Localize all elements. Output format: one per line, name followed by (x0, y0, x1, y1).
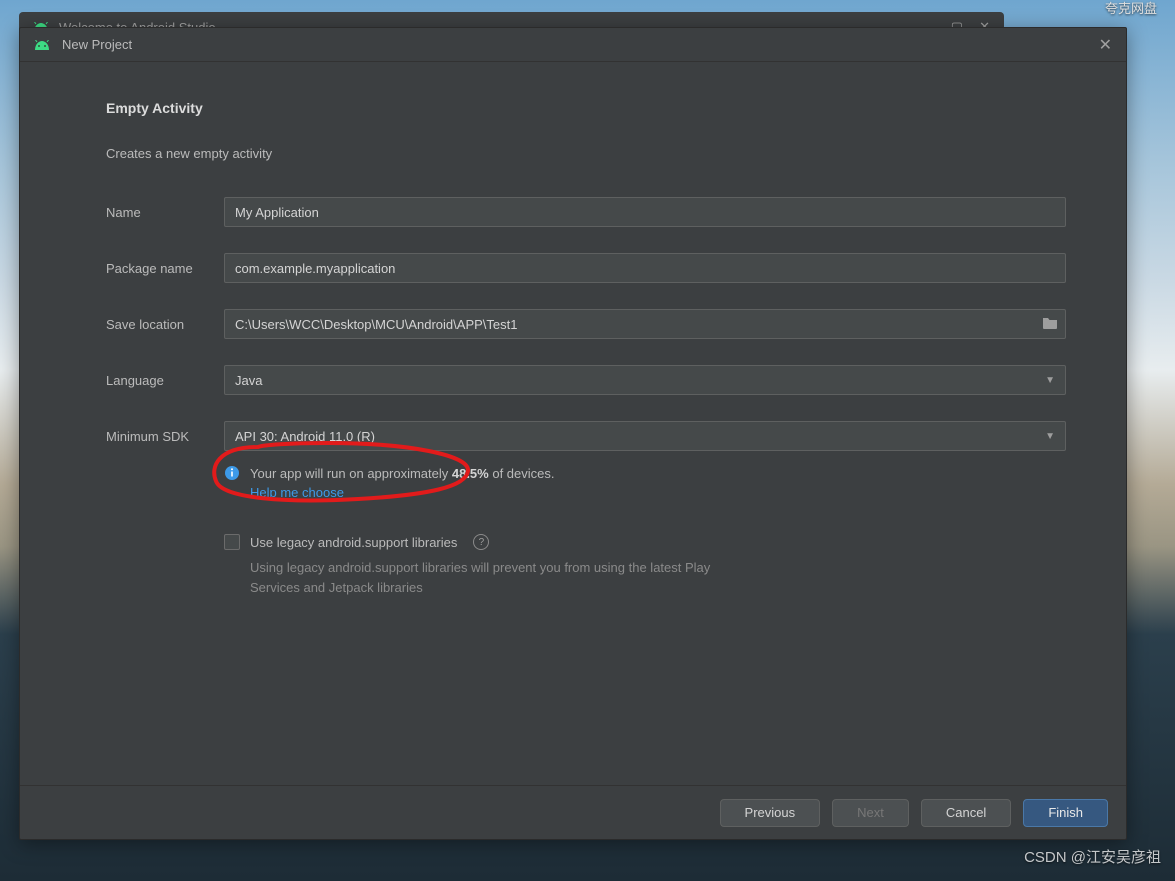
info-text-post: of devices. (489, 466, 555, 481)
info-icon (224, 465, 240, 481)
cancel-button[interactable]: Cancel (921, 799, 1011, 827)
close-icon[interactable]: ✕ (1099, 35, 1112, 55)
page-description: Creates a new empty activity (106, 146, 1066, 161)
label-name: Name (106, 205, 224, 220)
legacy-checkbox-label: Use legacy android.support libraries (250, 535, 457, 550)
legacy-helper-text: Using legacy android.support libraries w… (250, 558, 760, 597)
info-text-pre: Your app will run on approximately (250, 466, 452, 481)
min-sdk-value: API 30: Android 11.0 (R) (235, 429, 375, 444)
help-icon[interactable]: ? (473, 534, 489, 550)
help-me-choose-link[interactable]: Help me choose (250, 485, 344, 500)
min-sdk-select[interactable]: API 30: Android 11.0 (R) ▼ (224, 421, 1066, 451)
legacy-checkbox[interactable] (224, 534, 240, 550)
label-package: Package name (106, 261, 224, 276)
language-value: Java (235, 373, 262, 388)
dialog-title: New Project (62, 37, 132, 52)
watermark: CSDN @江安吴彦祖 (1024, 846, 1161, 867)
folder-icon[interactable] (1042, 316, 1058, 332)
kuake-badge: 夸克网盘 (1105, 0, 1157, 17)
label-min-sdk: Minimum SDK (106, 429, 224, 444)
info-percent: 48.5% (452, 466, 489, 481)
chevron-down-icon: ▼ (1045, 431, 1055, 442)
previous-button[interactable]: Previous (720, 799, 821, 827)
label-language: Language (106, 373, 224, 388)
save-location-input[interactable] (224, 309, 1066, 339)
new-project-dialog: New Project ✕ Empty Activity Creates a n… (19, 27, 1127, 840)
dialog-footer: Previous Next Cancel Finish (20, 785, 1126, 839)
label-save-location: Save location (106, 317, 224, 332)
package-input[interactable] (224, 253, 1066, 283)
android-logo-icon (34, 40, 50, 50)
page-heading: Empty Activity (106, 100, 1066, 116)
coverage-info: Your app will run on approximately 48.5%… (224, 465, 1066, 481)
next-button: Next (832, 799, 909, 827)
chevron-down-icon: ▼ (1045, 375, 1055, 386)
name-input[interactable] (224, 197, 1066, 227)
finish-button[interactable]: Finish (1023, 799, 1108, 827)
language-select[interactable]: Java ▼ (224, 365, 1066, 395)
dialog-titlebar: New Project ✕ (20, 28, 1126, 62)
